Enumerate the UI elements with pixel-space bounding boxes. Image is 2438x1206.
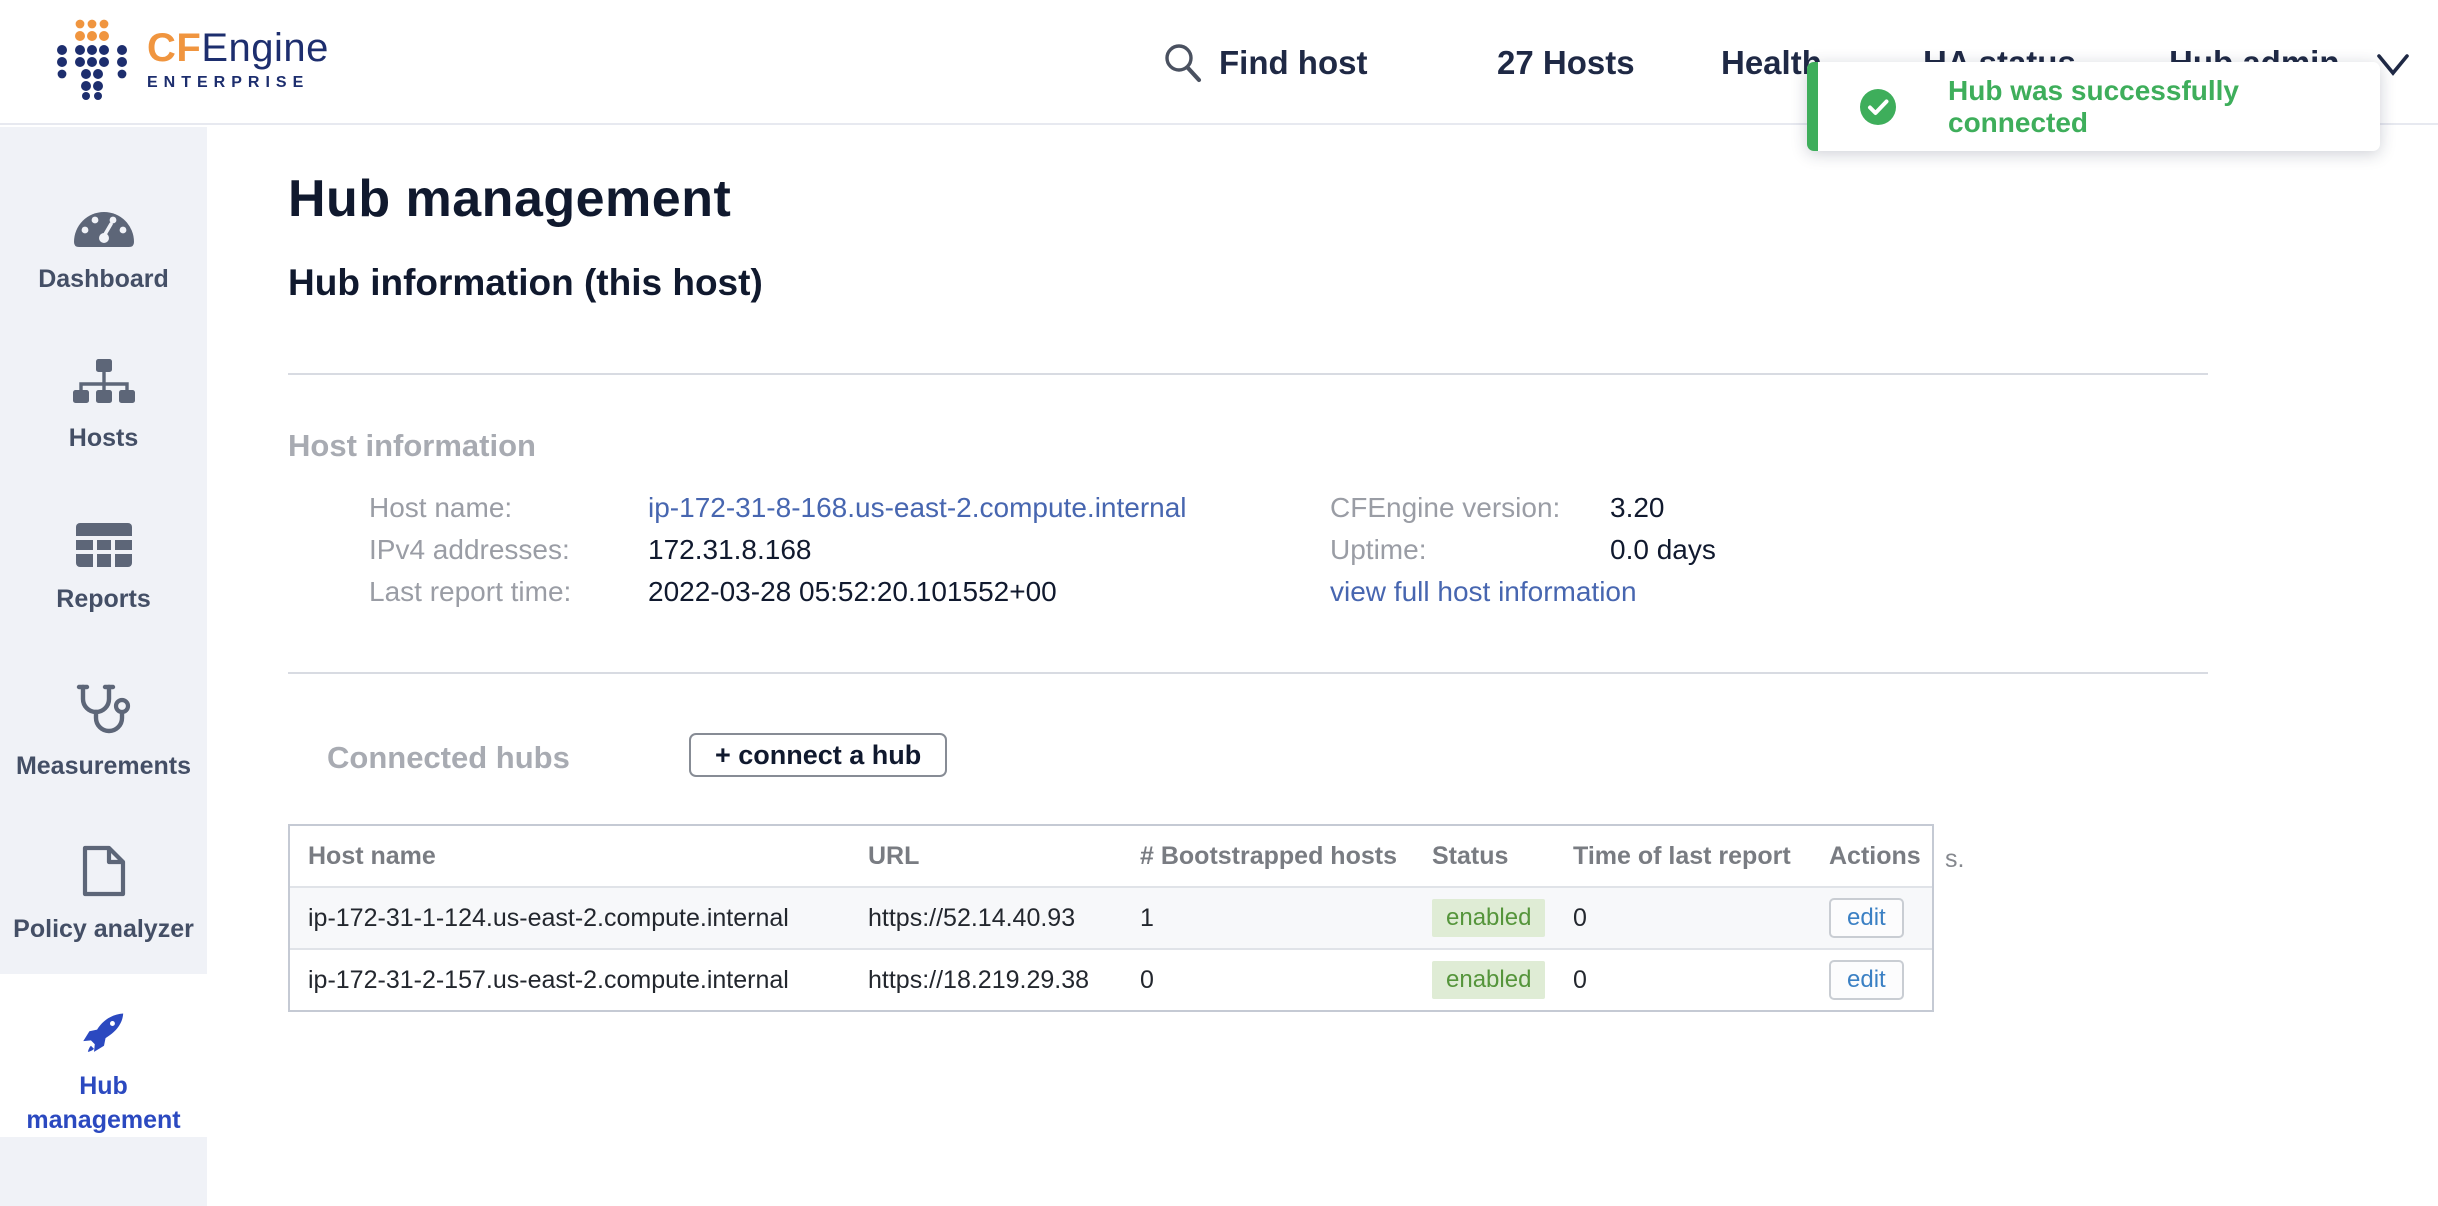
col-host-name: Host name [290,842,850,871]
version-row: CFEngine version: 3.20 [1330,487,1665,529]
sidebar-item-reports[interactable]: Reports [0,522,207,616]
view-full-host-information-link[interactable]: view full host information [1330,576,1637,608]
table-grid-icon [75,522,133,568]
cell-host-name: ip-172-31-2-157.us-east-2.compute.intern… [290,966,850,995]
version-label: CFEngine version: [1330,492,1610,524]
nav-hosts-count[interactable]: 27 Hosts [1497,0,1635,125]
last-report-row: Last report time: 2022-03-28 05:52:20.10… [369,571,1057,613]
sidebar-item-dashboard[interactable]: Dashboard [0,200,207,296]
sidebar-item-measurements[interactable]: Measurements [0,683,207,783]
ipv4-label: IPv4 addresses: [369,534,648,566]
connect-a-hub-button[interactable]: + connect a hub [689,733,947,777]
divider [288,672,2208,674]
edit-hub-button[interactable]: edit [1829,898,1904,938]
connected-hubs-heading: Connected hubs [327,740,570,776]
table-row: ip-172-31-2-157.us-east-2.compute.intern… [290,948,1932,1010]
success-toast[interactable]: Hub was successfully connected [1807,62,2380,151]
toast-accent-bar [1807,62,1818,151]
logo-engine: Engine [201,26,329,70]
stethoscope-icon [75,683,133,735]
clipped-text-fragment: s. [1945,845,1964,874]
uptime-label: Uptime: [1330,534,1610,566]
ipv4-row: IPv4 addresses: 172.31.8.168 [369,529,812,571]
table-header-row: Host name URL # Bootstrapped hosts Statu… [290,826,1932,886]
cell-time-of-last-report: 0 [1555,966,1811,995]
edit-hub-button[interactable]: edit [1829,960,1904,1000]
full-info-row: view full host information [1330,571,1637,613]
search-icon [1163,42,1203,84]
cell-url: https://52.14.40.93 [850,904,1122,933]
cell-host-name: ip-172-31-1-124.us-east-2.compute.intern… [290,904,850,933]
user-menu-chevron[interactable] [2376,53,2410,79]
sidebar-item-hub-management[interactable]: Hub management [0,974,207,1137]
page-subtitle: Hub information (this host) [288,262,763,304]
logo-text: CFEngine ENTERPRISE [147,26,329,92]
table-row: ip-172-31-1-124.us-east-2.compute.intern… [290,886,1932,948]
hosts-count-label: 27 Hosts [1497,44,1635,82]
sidebar-item-hosts[interactable]: Hosts [0,359,207,455]
col-bootstrapped-hosts: # Bootstrapped hosts [1122,842,1414,871]
cell-bootstrapped-hosts: 0 [1122,966,1414,995]
find-host-label: Find host [1219,44,1367,82]
logo-cf: CF [147,26,201,70]
sidebar: Dashboard Hosts [0,127,207,1206]
host-name-label: Host name: [369,492,648,524]
col-actions: Actions [1811,842,1932,871]
sidebar-item-policy-analyzer[interactable]: Policy analyzer [0,844,207,946]
version-value: 3.20 [1610,492,1665,524]
status-badge: enabled [1432,961,1545,999]
main-content: Hub management Hub information (this hos… [207,127,2438,1206]
check-circle-icon [1858,87,1898,127]
cell-url: https://18.219.29.38 [850,966,1122,995]
cell-bootstrapped-hosts: 1 [1122,904,1414,933]
ipv4-value: 172.31.8.168 [648,534,812,566]
host-information-heading: Host information [288,428,536,464]
last-report-label: Last report time: [369,576,648,608]
col-status: Status [1414,842,1555,871]
sidebar-label-hosts: Hosts [69,421,138,455]
uptime-value: 0.0 days [1610,534,1716,566]
find-host-search[interactable]: Find host [1163,0,1367,125]
col-url: URL [850,842,1122,871]
sidebar-label-hub-management: Hub management [21,1069,186,1137]
host-name-link[interactable]: ip-172-31-8-168.us-east-2.compute.intern… [648,492,1187,524]
sidebar-label-reports: Reports [56,582,150,616]
cfengine-robot-icon [55,18,129,100]
cell-time-of-last-report: 0 [1555,904,1811,933]
uptime-row: Uptime: 0.0 days [1330,529,1716,571]
rocket-icon [75,1012,133,1055]
logo-enterprise-label: ENTERPRISE [147,74,329,92]
col-time-of-last-report: Time of last report [1555,842,1811,871]
divider [288,373,2208,375]
toast-message: Hub was successfully connected [1948,75,2380,139]
sidebar-label-dashboard: Dashboard [38,262,169,296]
sidebar-label-policy-analyzer: Policy analyzer [13,912,194,946]
cfengine-logo[interactable]: CFEngine ENTERPRISE [55,18,329,100]
sitemap-icon [73,359,135,407]
page-title: Hub management [288,169,731,229]
chevron-down-icon [2376,53,2410,79]
sidebar-label-measurements: Measurements [16,749,191,783]
status-badge: enabled [1432,899,1545,937]
gauge-icon [71,200,137,248]
file-icon [81,844,127,898]
last-report-value: 2022-03-28 05:52:20.101552+00 [648,576,1057,608]
connected-hubs-table: Host name URL # Bootstrapped hosts Statu… [288,824,1934,1012]
host-name-row: Host name: ip-172-31-8-168.us-east-2.com… [369,487,1187,529]
hub-management-page: CFEngine ENTERPRISE Find host 27 Hosts H… [0,0,2438,1206]
